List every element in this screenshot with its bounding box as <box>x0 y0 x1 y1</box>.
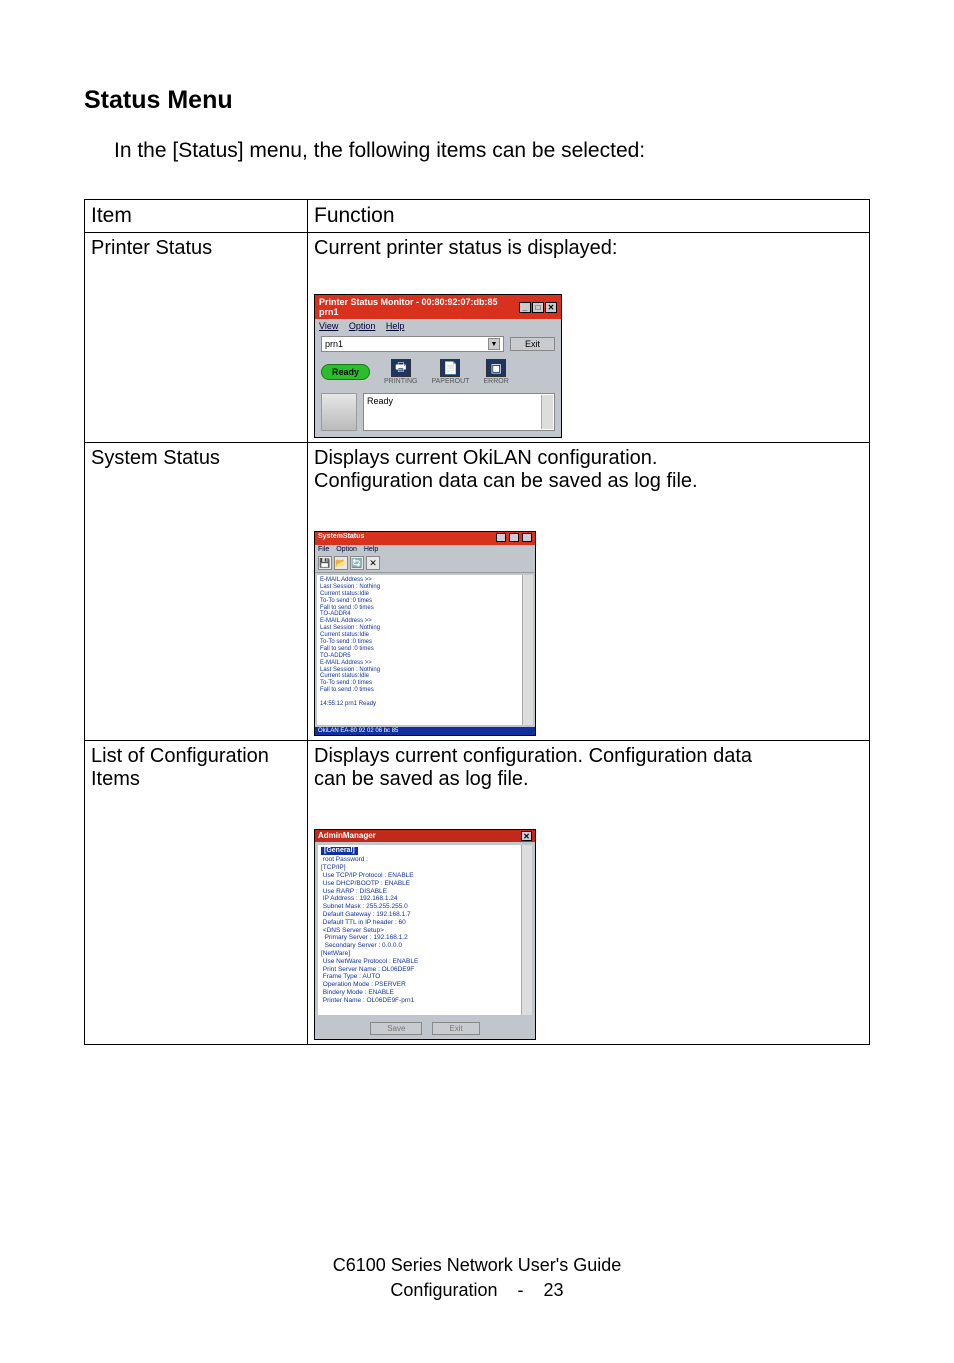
item-cell: List of Configuration Items <box>85 741 308 1045</box>
paperout-indicator: 📄 PAPEROUT <box>431 359 469 385</box>
close-icon[interactable]: ✕ <box>545 302 557 313</box>
intro-text: In the [Status] menu, the following item… <box>114 139 870 163</box>
window-titlebar: AdminManager ✕ <box>315 830 535 842</box>
printing-icon: 🖶 <box>391 359 411 377</box>
menubar: View Option Help <box>315 319 561 333</box>
function-text: Current printer status is displayed: <box>314 237 617 259</box>
save-icon[interactable]: 💾 <box>318 556 332 570</box>
function-cell: Displays current OkiLAN configuration. C… <box>308 443 870 741</box>
error-indicator: ▣ ERROR <box>483 359 508 385</box>
toolbar: 💾 📂 🔄 ✕ <box>315 554 535 573</box>
scrollbar[interactable] <box>522 575 533 725</box>
table-row: List of Configuration Items Displays cur… <box>85 741 870 1045</box>
error-icon: ▣ <box>486 359 506 377</box>
window-title: AdminManager <box>318 831 376 841</box>
printer-image <box>321 393 357 431</box>
maximize-icon[interactable]: □ <box>532 302 544 313</box>
printer-select[interactable]: prn1 ▼ <box>321 336 504 352</box>
exit-button[interactable]: Exit <box>432 1022 479 1035</box>
menu-option[interactable]: Option <box>349 321 376 331</box>
menu-file[interactable]: File <box>318 546 329 553</box>
select-value: prn1 <box>325 339 343 349</box>
config-list-area: [General] root Password : [TCP/IP] Use T… <box>318 845 532 1015</box>
function-cell: Displays current configuration. Configur… <box>308 741 870 1045</box>
printing-indicator: 🖶 PRINTING <box>384 359 417 385</box>
col-header-item: Item <box>85 200 308 233</box>
status-menu-table: Item Function Printer Status Current pri… <box>84 199 870 1045</box>
minimize-icon[interactable] <box>496 533 506 542</box>
printer-status-window: Printer Status Monitor - 00:80:92:07:db:… <box>314 294 562 438</box>
refresh-icon[interactable]: 🔄 <box>350 556 364 570</box>
open-icon[interactable]: 📂 <box>334 556 348 570</box>
window-title: Printer Status Monitor - 00:80:92:07:db:… <box>319 297 519 317</box>
scrollbar[interactable] <box>541 395 553 429</box>
ready-indicator: Ready <box>321 364 370 380</box>
scrollbar[interactable] <box>521 845 532 1015</box>
save-button[interactable]: Save <box>370 1022 422 1035</box>
maximize-icon[interactable] <box>509 533 519 542</box>
menubar: File Option Help <box>315 545 535 554</box>
config-items-window: AdminManager ✕ [General] root Password :… <box>314 829 536 1040</box>
menu-help[interactable]: Help <box>364 546 378 553</box>
table-row: Printer Status Current printer status is… <box>85 233 870 443</box>
status-textarea: Ready <box>363 393 555 431</box>
item-cell: System Status <box>85 443 308 741</box>
minimize-icon[interactable]: _ <box>519 302 531 313</box>
function-cell: Current printer status is displayed: Pri… <box>308 233 870 443</box>
footer-line1: C6100 Series Network User's Guide <box>0 1253 954 1278</box>
category-general: [General] <box>321 847 358 855</box>
close-icon[interactable]: ✕ <box>521 831 532 841</box>
menu-view[interactable]: View <box>319 321 338 331</box>
window-titlebar: SystemStatus <box>315 532 535 545</box>
footer-section: Configuration <box>390 1280 497 1300</box>
category-netware: [NetWare] <box>321 950 350 957</box>
window-title: SystemStatus <box>318 533 364 544</box>
chevron-down-icon[interactable]: ▼ <box>488 338 500 350</box>
close-icon[interactable]: ✕ <box>366 556 380 570</box>
category-tcpip: [TCP/IP] <box>321 864 346 871</box>
function-text: Displays current OkiLAN configuration. <box>314 447 657 469</box>
paperout-icon: 📄 <box>440 359 460 377</box>
item-cell: Printer Status <box>85 233 308 443</box>
menu-option[interactable]: Option <box>336 546 357 553</box>
col-header-function: Function <box>308 200 870 233</box>
page-heading: Status Menu <box>84 86 870 115</box>
function-text: can be saved as log file. <box>314 768 529 790</box>
page-footer: C6100 Series Network User's Guide Config… <box>0 1253 954 1303</box>
system-status-window: SystemStatus File Option Help <box>314 531 536 736</box>
function-text: Displays current configuration. Configur… <box>314 745 752 767</box>
exit-button[interactable]: Exit <box>510 337 555 351</box>
window-titlebar: Printer Status Monitor - 00:80:92:07:db:… <box>315 295 561 319</box>
menu-help[interactable]: Help <box>386 321 405 331</box>
page-number: 23 <box>544 1280 564 1300</box>
status-log-area: E-MAIL Address >>Last Session : NothingC… <box>317 575 533 725</box>
statusbar: OkiLAN EA-80 92 02 06 bc 85 <box>315 727 535 735</box>
table-row: System Status Displays current OkiLAN co… <box>85 443 870 741</box>
function-text: Configuration data can be saved as log f… <box>314 470 698 492</box>
close-icon[interactable] <box>522 533 532 542</box>
